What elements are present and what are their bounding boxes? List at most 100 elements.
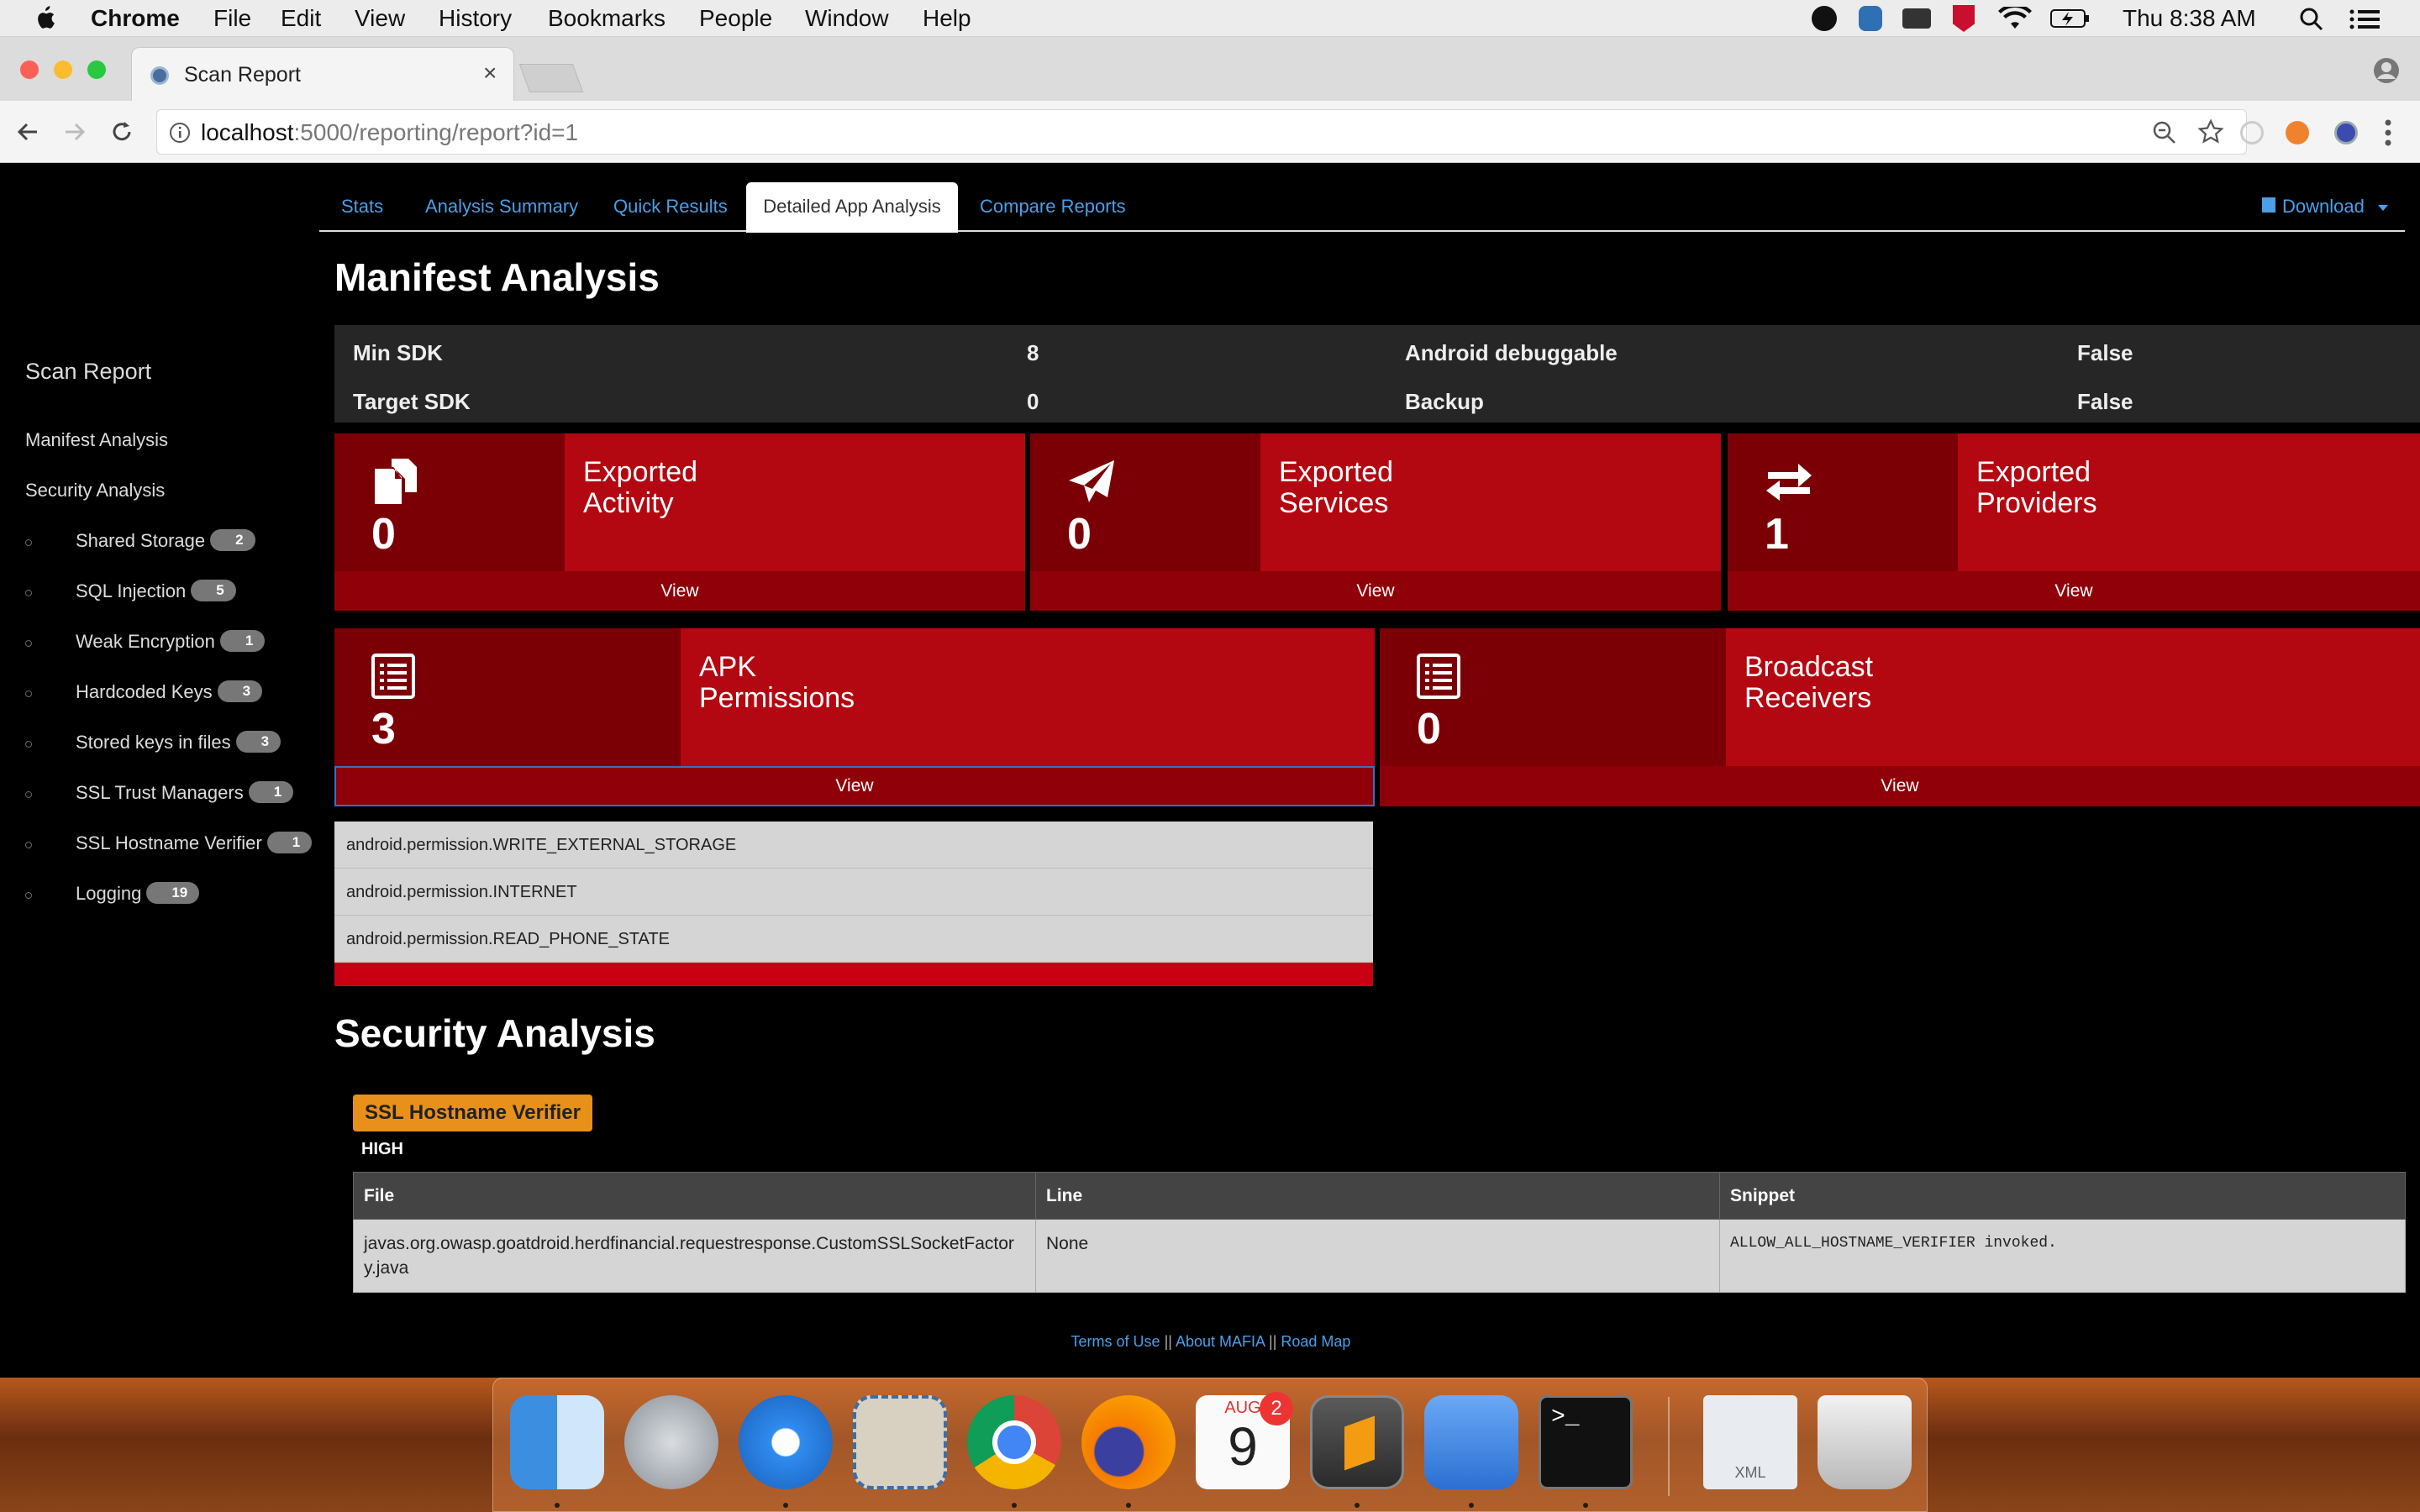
info-icon[interactable] <box>169 122 191 144</box>
spotlight-icon[interactable] <box>2299 7 2324 32</box>
tab-compare-reports[interactable]: Compare Reports <box>980 182 1126 231</box>
back-arrow-icon[interactable] <box>15 119 40 144</box>
sidebar-item-weak-encryption[interactable]: Weak Encryption 1 <box>76 630 266 654</box>
extension-circle-icon[interactable] <box>2334 121 2358 144</box>
target-sdk-value: 0 <box>1027 389 1039 414</box>
min-sdk-value: 8 <box>1027 340 1039 365</box>
menu-window[interactable]: Window <box>805 3 889 34</box>
exported-activity-count: 0 <box>371 510 396 559</box>
browser-tab[interactable]: Scan Report × <box>131 47 514 101</box>
safari-icon[interactable] <box>739 1395 833 1489</box>
zoom-icon[interactable] <box>2152 120 2177 145</box>
dock: AUG 9 2 >_ XML <box>492 1378 1928 1512</box>
sidebar-item-ssl-trust-managers[interactable]: SSL Trust Managers 1 <box>76 781 294 805</box>
url-text[interactable]: localhost:5000/reporting/report?id=1 <box>201 119 578 146</box>
broadcast-receivers-view-button[interactable]: View <box>1380 766 2420 806</box>
count-badge: 2 <box>210 529 255 552</box>
new-tab-button[interactable] <box>518 64 584 92</box>
menu-history[interactable]: History <box>439 3 512 34</box>
url-path: :5000/reporting/report?id=1 <box>293 119 579 145</box>
mcafee-icon[interactable] <box>1953 5 1975 32</box>
menu-edit[interactable]: Edit <box>281 3 321 34</box>
sublime-text-icon[interactable] <box>1310 1395 1404 1489</box>
xml-file-icon[interactable]: XML <box>1703 1395 1797 1489</box>
tab-detailed-app-analysis[interactable]: Detailed App Analysis <box>746 182 958 233</box>
close-window-button[interactable] <box>20 60 39 79</box>
manifest-heading: Manifest Analysis <box>334 255 660 299</box>
clock[interactable]: Thu 8:38 AM <box>2123 3 2256 34</box>
profile-icon[interactable] <box>2373 57 2400 84</box>
status-app-icon[interactable] <box>1812 6 1837 31</box>
menu-view[interactable]: View <box>355 3 405 34</box>
wifi-icon[interactable] <box>1998 7 2032 30</box>
chrome-menu-icon[interactable] <box>2383 118 2393 148</box>
tab-quick-results[interactable]: Quick Results <box>613 182 728 231</box>
forward-arrow-icon[interactable] <box>62 119 87 144</box>
notification-center-icon[interactable] <box>2349 8 2380 30</box>
chrome-icon[interactable] <box>967 1395 1061 1489</box>
apk-permissions-count: 3 <box>371 705 396 753</box>
sidebar-item-shared-storage[interactable]: Shared Storage 2 <box>76 529 255 553</box>
address-bar[interactable]: localhost:5000/reporting/report?id=1 <box>156 109 2247 155</box>
exported-services-view-button[interactable]: View <box>1030 571 1721 611</box>
bookmark-star-icon[interactable] <box>2197 118 2224 145</box>
menu-file[interactable]: File <box>213 3 251 34</box>
tab-title: Scan Report <box>184 63 301 87</box>
backup-value: False <box>2077 389 2133 414</box>
roadmap-link[interactable]: Road Map <box>1281 1333 1350 1350</box>
sidebar-item-security-analysis[interactable]: Security Analysis <box>25 480 165 501</box>
sidebar-item-sql-injection[interactable]: SQL Injection 5 <box>76 580 236 603</box>
download-dropdown[interactable]: Download <box>2262 182 2388 231</box>
sidebar-title[interactable]: Scan Report <box>25 359 151 385</box>
zoom-window-button[interactable] <box>87 60 106 79</box>
apk-permissions-card: 3 APK Permissions View <box>334 628 1375 806</box>
tab-stats[interactable]: Stats <box>341 182 383 231</box>
bullet-icon <box>25 640 32 647</box>
sidebar-item-manifest-analysis[interactable]: Manifest Analysis <box>25 429 168 451</box>
xml-label: XML <box>1734 1464 1766 1481</box>
menu-app-name[interactable]: Chrome <box>91 3 180 34</box>
footer-separator: || <box>1265 1333 1281 1350</box>
extension-icon[interactable] <box>2240 121 2264 144</box>
menu-bookmarks[interactable]: Bookmarks <box>548 3 666 34</box>
status-shield-icon[interactable] <box>1859 6 1882 31</box>
bullet-icon <box>25 741 32 748</box>
report-page: Stats Analysis Summary Quick Results Det… <box>0 164 2420 1378</box>
url-host: localhost <box>201 119 294 145</box>
docker-icon[interactable] <box>1902 8 1931 29</box>
battery-icon[interactable] <box>2050 8 2091 29</box>
column-header-line: Line <box>1035 1172 1720 1220</box>
sidebar-item-stored-keys[interactable]: Stored keys in files 3 <box>76 731 281 754</box>
launchpad-icon[interactable] <box>624 1395 718 1489</box>
keynote-icon[interactable] <box>1424 1395 1518 1489</box>
extension-fox-icon[interactable] <box>2286 121 2309 144</box>
permissions-list: android.permission.WRITE_EXTERNAL_STORAG… <box>334 822 1373 986</box>
exported-providers-view-button[interactable]: View <box>1728 571 2420 611</box>
minimize-window-button[interactable] <box>54 60 72 79</box>
close-tab-icon[interactable]: × <box>483 60 497 87</box>
exported-activity-view-button[interactable]: View <box>334 571 1025 611</box>
firefox-icon[interactable] <box>1081 1395 1176 1489</box>
finder-icon[interactable] <box>510 1395 604 1489</box>
terms-link[interactable]: Terms of Use <box>1071 1333 1160 1350</box>
list-item: android.permission.WRITE_EXTERNAL_STORAG… <box>334 822 1373 869</box>
mail-icon[interactable] <box>853 1395 947 1489</box>
apk-permissions-view-button[interactable]: View <box>334 766 1375 806</box>
count-badge: 1 <box>266 832 313 854</box>
tab-analysis-summary[interactable]: Analysis Summary <box>425 182 578 231</box>
sidebar-item-label: Hardcoded Keys <box>76 681 213 702</box>
count-badge: 3 <box>235 731 281 753</box>
sidebar-item-logging[interactable]: Logging 19 <box>76 882 200 906</box>
menu-help[interactable]: Help <box>923 3 971 34</box>
apple-icon[interactable] <box>34 5 55 30</box>
reload-icon[interactable] <box>109 119 134 144</box>
menu-people[interactable]: People <box>699 3 772 34</box>
document-icon <box>375 459 417 504</box>
sidebar-item-ssl-hostname-verifier[interactable]: SSL Hostname Verifier 1 <box>76 832 313 855</box>
about-link[interactable]: About MAFIA <box>1176 1333 1265 1350</box>
trash-icon[interactable] <box>1818 1395 1912 1489</box>
column-header-snippet: Snippet <box>1719 1172 2406 1220</box>
bullet-icon <box>25 539 32 546</box>
terminal-icon[interactable]: >_ <box>1539 1395 1633 1489</box>
sidebar-item-hardcoded-keys[interactable]: Hardcoded Keys 3 <box>76 680 263 704</box>
